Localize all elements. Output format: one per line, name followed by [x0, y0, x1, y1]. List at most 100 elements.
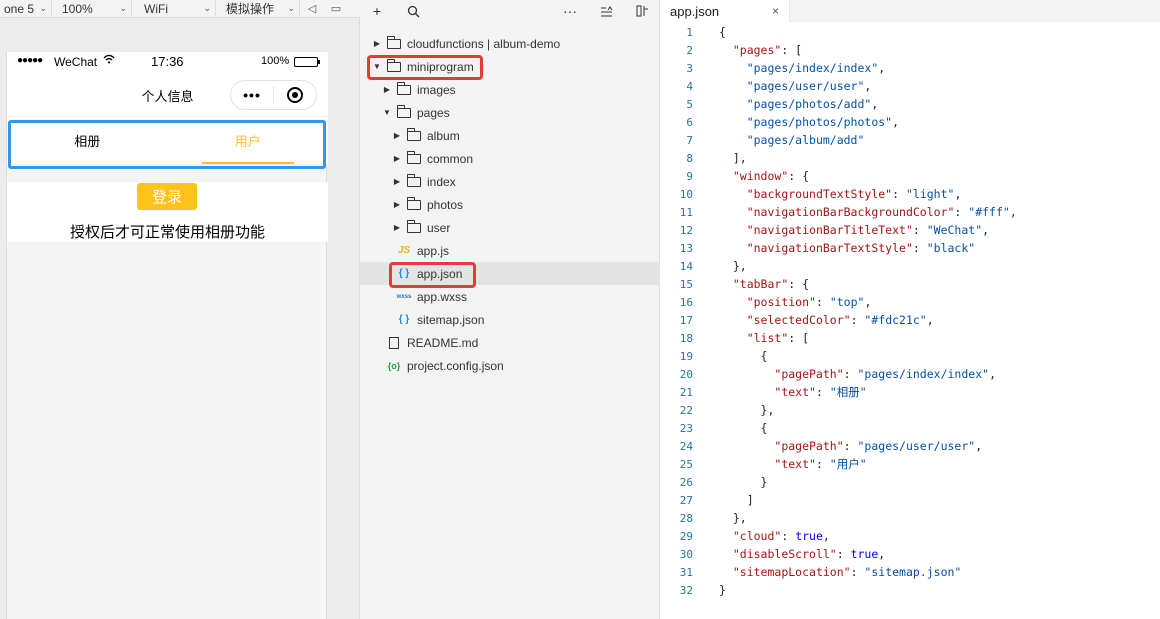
tree-item-photos[interactable]: ▶ photos	[360, 193, 660, 216]
tree-item-album[interactable]: ▶ album	[360, 124, 660, 147]
tab-bar-highlight-box	[8, 120, 326, 169]
chevron-down-icon: ⌄	[287, 3, 295, 13]
json-file-icon: { }	[398, 314, 410, 325]
wifi-icon	[103, 54, 115, 67]
code-line: 14 },	[660, 257, 1160, 275]
code-line: 26 }	[660, 473, 1160, 491]
file-explorer: + ··· ▶ cloudfunctions | album-demo ▼ mi…	[360, 0, 660, 619]
tree-item-label: album	[427, 128, 460, 143]
line-number: 11	[679, 205, 693, 219]
folder-icon	[406, 150, 422, 165]
volume-icon[interactable]: ◁	[300, 0, 324, 18]
tree-item-index[interactable]: ▶ index	[360, 170, 660, 193]
status-bar: ●●●●● WeChat 17:36 100%	[7, 52, 328, 72]
code-line: 2 "pages": [	[660, 41, 1160, 59]
code-line: 28 },	[660, 509, 1160, 527]
code-text: "navigationBarTitleText": "WeChat",	[746, 223, 990, 237]
signal-icon: ●●●●●	[17, 55, 43, 66]
battery-percent: 100%	[261, 55, 290, 67]
line-number: 19	[679, 349, 693, 363]
line-number: 17	[679, 313, 693, 327]
network-select[interactable]: WiFi ⌄	[132, 0, 216, 18]
operation-select[interactable]: 模拟操作 ⌄	[216, 0, 300, 18]
tree-item-label: README.md	[407, 335, 479, 350]
code-line: 19 {	[660, 347, 1160, 365]
code-line: 3 "pages/index/index",	[660, 59, 1160, 77]
device-select[interactable]: one 5 ⌄	[0, 0, 52, 18]
line-number: 14	[679, 259, 693, 273]
line-number: 31	[679, 565, 693, 579]
split-icon[interactable]	[631, 0, 653, 22]
folder-icon	[406, 173, 422, 188]
code-text: }	[719, 583, 726, 597]
code-text: },	[719, 259, 747, 273]
tree-item-user[interactable]: ▶ user	[360, 216, 660, 239]
code-text: "tabBar": {	[732, 277, 810, 291]
code-editor: app.json × 1{2 "pages": [3 "pages/index/…	[660, 0, 1160, 619]
tree-item-images[interactable]: ▶ images	[360, 78, 660, 101]
code-text: "window": {	[732, 169, 810, 183]
tree-item-label: pages	[417, 105, 450, 120]
tree-item-pages[interactable]: ▼ pages	[360, 101, 660, 124]
tree-item-label: user	[427, 220, 451, 235]
line-number: 18	[679, 331, 693, 345]
code-text: {	[719, 349, 768, 363]
nav-bar: 个人信息 •••	[7, 72, 328, 116]
close-icon[interactable]: ×	[772, 4, 779, 18]
tree-item-project-config[interactable]: {o} project.config.json	[360, 354, 660, 377]
tree-item-label: images	[417, 82, 456, 97]
code-area[interactable]: 1{2 "pages": [3 "pages/index/index", 4 "p…	[660, 23, 1160, 599]
line-number: 4	[686, 79, 693, 93]
code-text: ]	[719, 493, 754, 507]
collapse-icon[interactable]	[595, 0, 617, 22]
tree-item-label: common	[427, 151, 474, 166]
window-icon[interactable]: ▭	[324, 0, 348, 18]
tree-item-app-js[interactable]: JS app.js	[360, 239, 660, 262]
device-select-label: one 5	[4, 1, 35, 16]
caret-right-icon: ▶	[393, 154, 401, 163]
code-text: "sitemapLocation": "sitemap.json"	[732, 565, 962, 579]
miniprogram-highlight-box	[367, 55, 483, 80]
tree-item-label: photos	[427, 197, 464, 212]
more-icon[interactable]: •••	[231, 87, 273, 103]
code-text: "navigationBarTextStyle": "black"	[746, 241, 976, 255]
close-mini-program-button[interactable]	[274, 87, 316, 103]
line-number: 21	[679, 385, 693, 399]
code-line: 24 "pagePath": "pages/user/user",	[660, 437, 1160, 455]
more-icon[interactable]: ···	[559, 0, 581, 22]
line-number: 23	[679, 421, 693, 435]
code-text: "pages/index/index",	[746, 61, 886, 75]
tree-item-label: sitemap.json	[417, 312, 485, 327]
folder-icon	[406, 219, 422, 234]
zoom-select[interactable]: 100% ⌄	[52, 0, 132, 18]
tree-item-readme[interactable]: README.md	[360, 331, 660, 354]
code-line: 27 ]	[660, 491, 1160, 509]
code-line: 5 "pages/photos/add",	[660, 95, 1160, 113]
code-text: }	[719, 475, 768, 489]
line-number: 12	[679, 223, 693, 237]
search-icon[interactable]	[402, 0, 424, 22]
line-number: 30	[679, 547, 693, 561]
wxss-file-icon: wxss	[396, 293, 412, 300]
add-icon[interactable]: +	[366, 0, 388, 22]
tree-item-common[interactable]: ▶ common	[360, 147, 660, 170]
tree-item-cloudfunctions[interactable]: ▶ cloudfunctions | album-demo	[360, 32, 660, 55]
tree-item-sitemap-json[interactable]: { } sitemap.json	[360, 308, 660, 331]
login-button[interactable]: 登录	[137, 183, 197, 210]
page-content: 登录 授权后才可正常使用相册功能	[7, 182, 328, 242]
code-line: 16 "position": "top",	[660, 293, 1160, 311]
code-text: "pagePath": "pages/user/user",	[774, 439, 983, 453]
folder-icon	[406, 196, 422, 211]
auth-hint-text: 授权后才可正常使用相册功能	[69, 224, 265, 241]
code-line: 21 "text": "相册"	[660, 383, 1160, 401]
tree-item-app-wxss[interactable]: wxss app.wxss	[360, 285, 660, 308]
caret-right-icon: ▶	[373, 39, 381, 48]
caret-right-icon: ▶	[393, 200, 401, 209]
code-line: 32}	[660, 581, 1160, 599]
code-text: "cloud": true,	[732, 529, 830, 543]
line-number: 16	[679, 295, 693, 309]
tab-app-json[interactable]: app.json ×	[660, 0, 790, 22]
tree-item-label: cloudfunctions | album-demo	[407, 36, 561, 51]
caret-down-icon: ▼	[383, 108, 391, 117]
file-icon	[386, 336, 402, 349]
